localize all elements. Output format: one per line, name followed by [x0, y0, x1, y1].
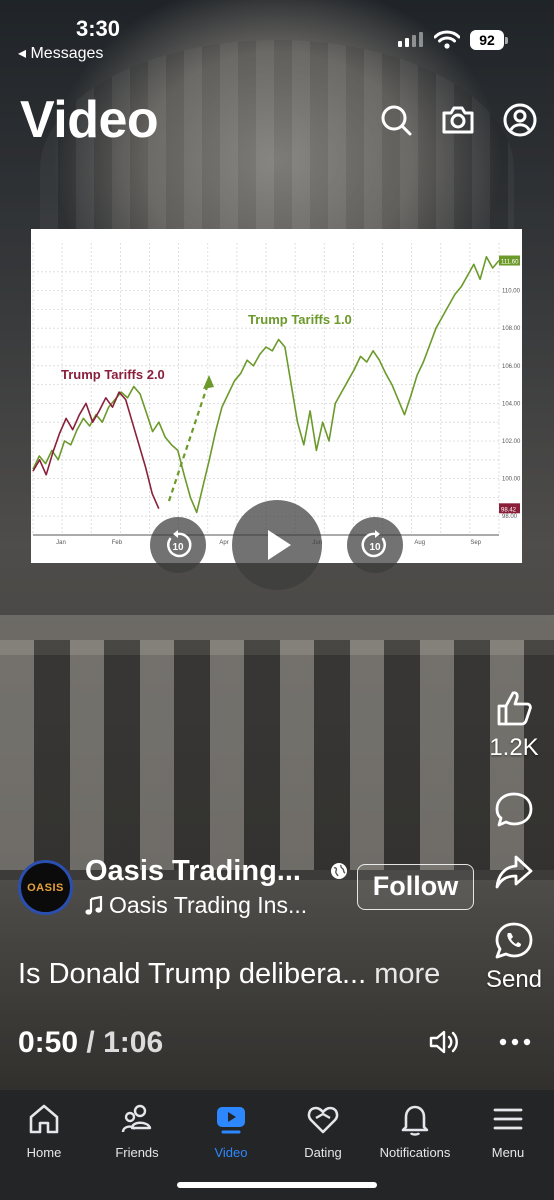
bell-icon [401, 1105, 429, 1136]
camera-icon[interactable] [440, 102, 476, 138]
share-icon [495, 855, 533, 889]
trend-arrow-head [203, 375, 214, 389]
nav-dating[interactable]: Dating [273, 1102, 373, 1160]
more-link[interactable]: more [374, 958, 440, 990]
total-time: 1:06 [103, 1026, 164, 1059]
author-avatar[interactable]: OASIS [18, 860, 73, 915]
share-action[interactable] [486, 852, 542, 897]
play-button[interactable] [232, 500, 322, 590]
home-icon [29, 1104, 59, 1134]
caption-text: Is Donald Trump delibera... [18, 958, 367, 990]
x-tick-label: Jan [56, 540, 66, 546]
status-time: 3:30 [76, 16, 121, 41]
dating-icon [307, 1106, 339, 1134]
forward-icon: 10 [361, 530, 386, 558]
y-tick-label: 108.00 [502, 326, 521, 332]
y-tick-label: 106.00 [502, 364, 521, 370]
volume-icon[interactable] [428, 1028, 460, 1056]
music-note-icon [85, 895, 103, 915]
y-tick-label: 110.00 [502, 289, 521, 295]
y-tick-label: 100.00 [502, 477, 521, 483]
rewind-10-button[interactable]: 10 [150, 517, 206, 573]
follow-button[interactable]: Follow [357, 864, 474, 910]
nav-notifications-label: Notifications [379, 1145, 451, 1160]
forward-10-button[interactable]: 10 [347, 517, 403, 573]
back-to-messages[interactable]: ◂ Messages [18, 43, 103, 63]
rewind-seconds: 10 [172, 542, 184, 553]
x-tick-label: Aug [414, 540, 425, 546]
profile-icon[interactable] [502, 102, 538, 138]
nav-home[interactable]: Home [0, 1102, 94, 1160]
page-title: Video [20, 91, 159, 149]
nav-video[interactable]: Video [181, 1102, 281, 1160]
comment-icon [495, 792, 533, 827]
nav-home-label: Home [26, 1145, 62, 1160]
last-value-label: 98.42 [501, 507, 517, 513]
more-options-icon[interactable] [495, 1028, 535, 1056]
y-tick-label: 98.00 [502, 514, 518, 520]
chart-annotation: Trump Tariffs 1.0 [248, 312, 352, 327]
forward-seconds: 10 [369, 542, 381, 553]
play-icon [268, 530, 291, 560]
battery-indicator: 92 [470, 30, 508, 50]
rewind-icon: 10 [167, 530, 192, 558]
like-count: 1.2K [489, 734, 539, 761]
video-timestamp: 0:50 / 1:06 [18, 1026, 163, 1060]
nav-menu-label: Menu [491, 1145, 525, 1160]
home-indicator [177, 1182, 377, 1188]
like-action[interactable] [486, 688, 542, 733]
menu-icon [493, 1108, 523, 1130]
search-icon[interactable] [378, 102, 414, 138]
nav-dating-label: Dating [304, 1145, 342, 1160]
wifi-icon [434, 30, 460, 49]
audio-track[interactable]: Oasis Trading Ins... [85, 892, 307, 919]
send-label: Send [485, 966, 543, 993]
time-separator: / [86, 1026, 95, 1059]
whatsapp-icon [495, 922, 533, 959]
avatar-logo-text: OASIS [27, 881, 64, 894]
x-tick-label: Feb [112, 540, 123, 546]
nav-video-label: Video [214, 1145, 248, 1160]
y-tick-label: 104.00 [502, 401, 521, 407]
last-value-label: 111.60 [501, 260, 519, 266]
post-caption[interactable]: Is Donald Trump delibera... more [18, 958, 440, 991]
nav-notifications[interactable]: Notifications [365, 1102, 465, 1160]
author-name[interactable]: Oasis Trading... [85, 855, 301, 888]
audio-track-label: Oasis Trading Ins... [109, 892, 308, 918]
signal-icon [398, 32, 423, 47]
nav-friends[interactable]: Friends [87, 1102, 187, 1160]
x-tick-label: Sep [470, 540, 481, 546]
nav-friends-label: Friends [115, 1145, 159, 1160]
video-icon [217, 1107, 245, 1134]
send-action[interactable] [486, 920, 542, 967]
nav-menu[interactable]: Menu [458, 1102, 554, 1160]
y-tick-label: 102.00 [502, 439, 521, 445]
chart-annotation: Trump Tariffs 2.0 [61, 367, 165, 382]
like-icon [497, 691, 532, 726]
current-time: 0:50 [18, 1026, 79, 1059]
comment-action[interactable] [486, 790, 542, 835]
friends-icon [121, 1104, 152, 1133]
globe-icon [331, 863, 347, 879]
status-bar: 3:30 ◂ Messages 92 [0, 0, 554, 70]
x-tick-label: Apr [219, 540, 228, 546]
